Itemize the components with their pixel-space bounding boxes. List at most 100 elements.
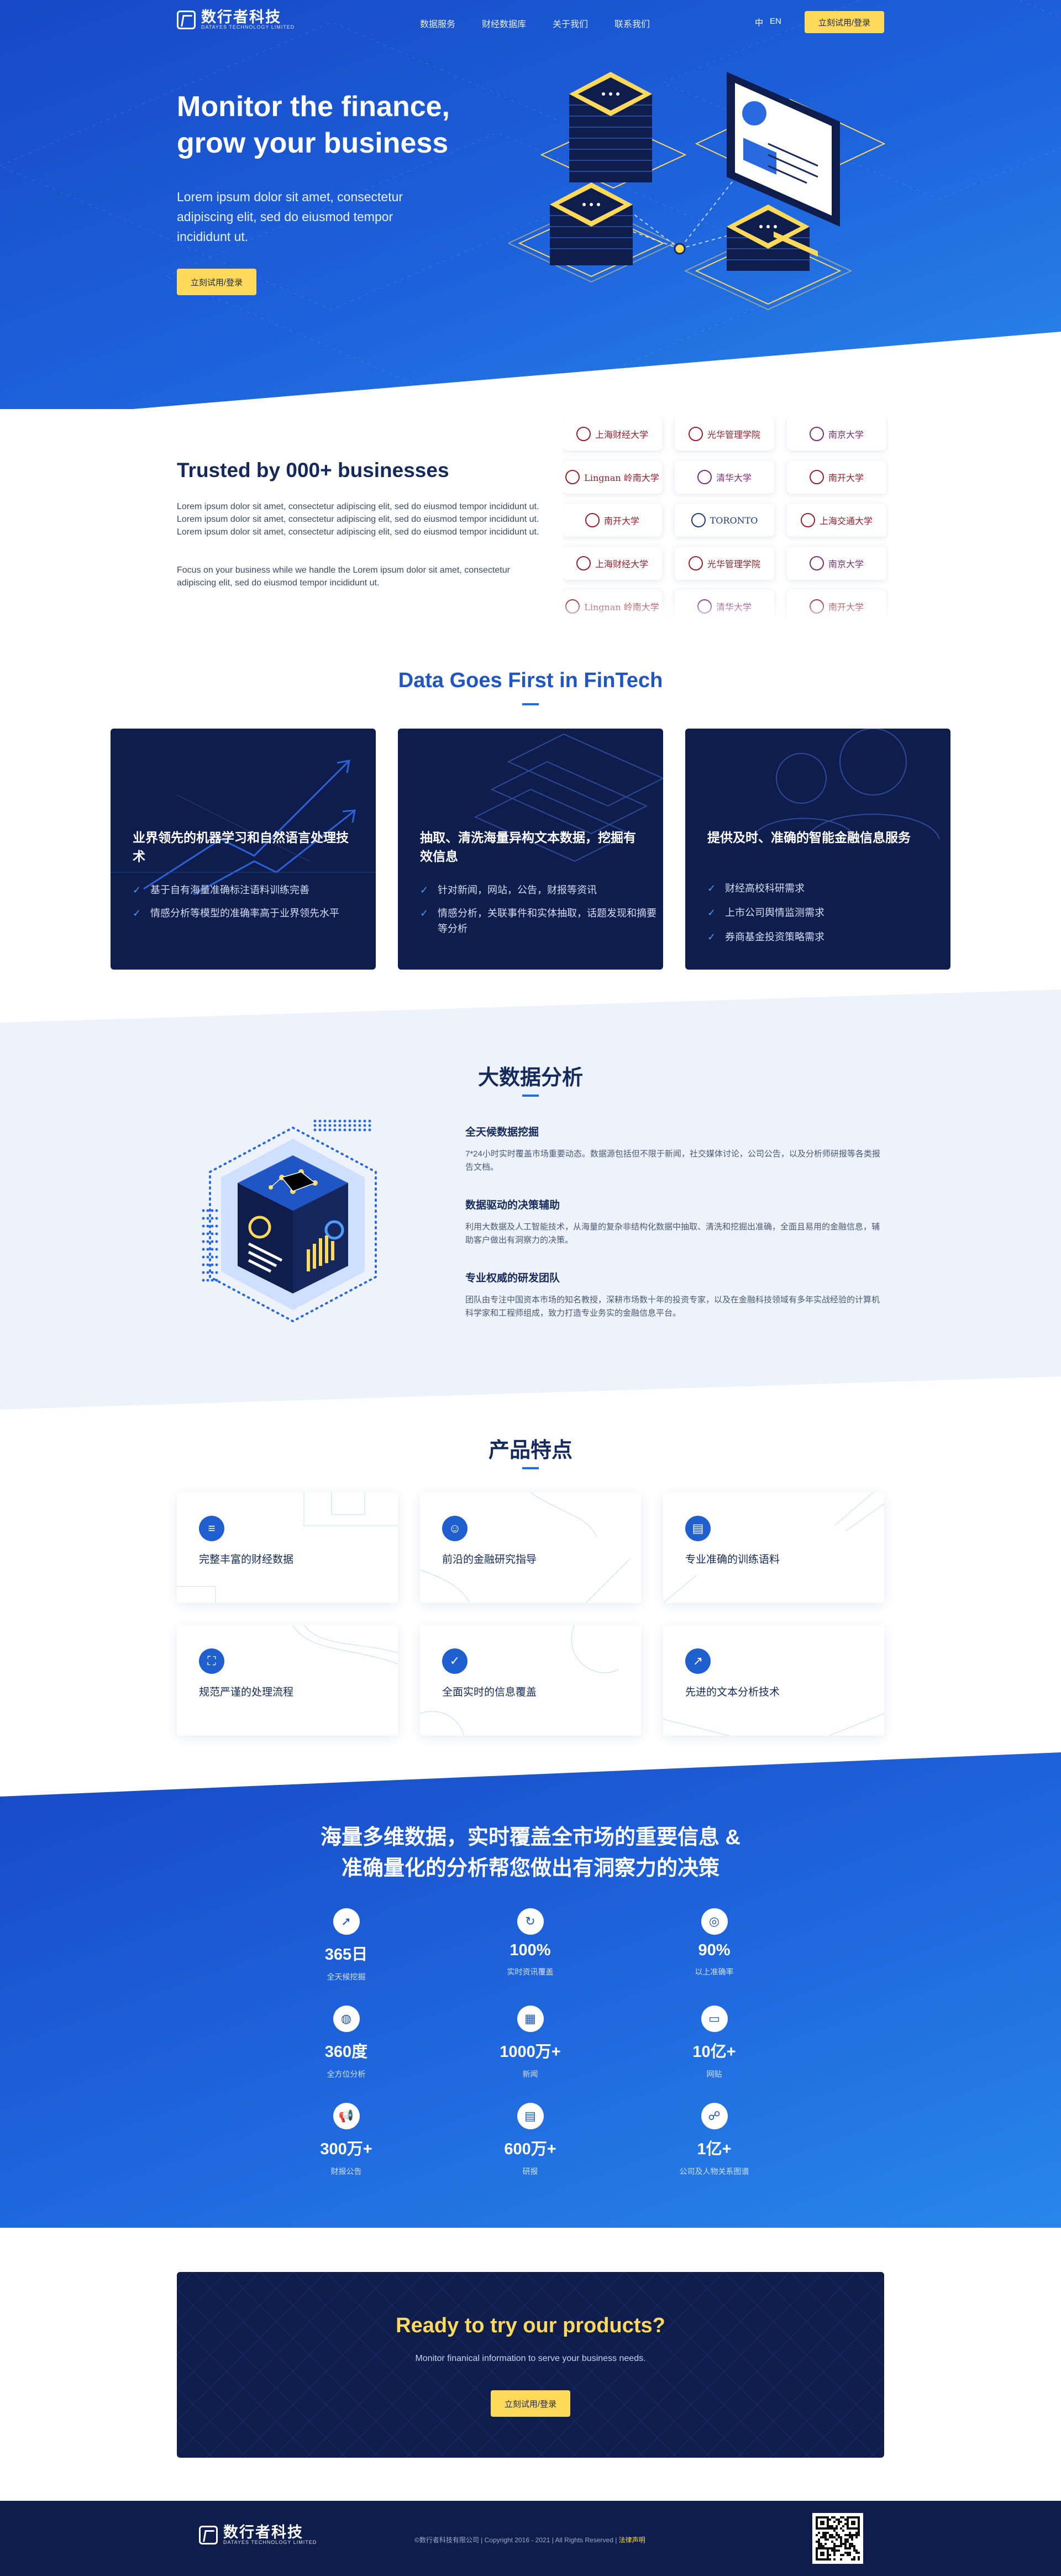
compass-icon: ➚ bbox=[333, 1908, 360, 1935]
partner-logo: 南开大学 bbox=[787, 460, 886, 494]
user-research-icon: ☺ bbox=[442, 1516, 468, 1541]
partner-logo: 上海交通大学 bbox=[787, 504, 886, 537]
cta-title: Ready to try our products? bbox=[396, 2314, 665, 2337]
partner-logo: 南京大学 bbox=[787, 417, 886, 451]
university-seal-icon bbox=[809, 470, 824, 484]
nav-link-finance-db[interactable]: 财经数据库 bbox=[482, 17, 526, 30]
stat-item: ➚ 365日 全天候挖掘 bbox=[254, 1908, 438, 1987]
data-cube-illustration bbox=[202, 1119, 377, 1323]
bigdata-item-text: 利用大数据及人工智能技术，从海量的复杂非结构化数据中抽取、清洗和挖掘出准确，全面… bbox=[465, 1222, 880, 1245]
footer-logo-name: 数行者科技 bbox=[223, 2524, 303, 2541]
stat-item: 📢 300万+ 财报公告 bbox=[254, 2103, 438, 2181]
stat-label: 以上准确率 bbox=[695, 1967, 734, 1976]
stat-value: 90% bbox=[698, 1941, 731, 1959]
stat-value: 360度 bbox=[324, 2043, 368, 2061]
datafirst-card-list: 基于自有海量准确标注语料训练完善 情感分析等模型的准确率高于业界领先水平 bbox=[133, 882, 339, 929]
bigdata-item-team: 专业权威的研发团队 团队由专注中国资本市场的知名教授，深耕市场数十年的投资专家，… bbox=[465, 1270, 885, 1320]
university-seal-icon bbox=[565, 470, 580, 484]
feature-card-decoration bbox=[292, 1625, 398, 1664]
feature-card[interactable]: ▤ 专业准确的训练语料 bbox=[663, 1493, 884, 1603]
hero-login-button[interactable]: 立刻试用/登录 bbox=[177, 269, 256, 295]
stat-item: ↻ 100% 实时资讯覆盖 bbox=[438, 1908, 622, 1987]
stat-value: 365日 bbox=[324, 1946, 368, 1964]
legal-link[interactable]: 法律声明 bbox=[619, 2536, 645, 2544]
partner-logo-name: 南京大学 bbox=[828, 430, 864, 440]
logo-mark-icon bbox=[177, 11, 196, 29]
stat-item: ☍ 1亿+ 公司及人物关系图谱 bbox=[622, 2103, 806, 2181]
megaphone-icon: 📢 bbox=[333, 2103, 360, 2129]
lang-en[interactable]: EN bbox=[770, 17, 781, 28]
partner-logo: 南开大学 bbox=[563, 504, 662, 537]
datafirst-card-item: 上市公司舆情监测需求 bbox=[707, 905, 824, 920]
feature-card-decoration bbox=[663, 1493, 884, 1603]
stat-label: 新闻 bbox=[522, 2070, 538, 2078]
stat-item: ◎ 90% 以上准确率 bbox=[622, 1908, 806, 1987]
brand-logo[interactable]: 数行者科技 DATAYES TECHNOLOGY LIMITED bbox=[177, 10, 295, 30]
qr-code-pattern bbox=[816, 2516, 860, 2561]
trend-chart-icon: ↗ bbox=[685, 1648, 711, 1674]
stat-value: 1000万+ bbox=[500, 2043, 561, 2061]
qr-code-icon bbox=[812, 2513, 863, 2564]
stat-item: ▤ 600万+ 研报 bbox=[438, 2103, 622, 2181]
footer-logo[interactable]: 数行者科技 DATAYES TECHNOLOGY LIMITED bbox=[199, 2525, 317, 2545]
feature-card[interactable]: ≡ 完整丰富的财经数据 bbox=[177, 1493, 398, 1603]
datafirst-card-title: 抽取、清洗海量异构文本数据，挖掘有效信息 bbox=[420, 830, 636, 863]
stat-label: 网贴 bbox=[706, 2070, 722, 2078]
document-icon: ▤ bbox=[685, 1516, 711, 1541]
nav-login-button[interactable]: 立刻试用/登录 bbox=[805, 11, 884, 33]
partner-logo: 南京大学 bbox=[787, 547, 886, 580]
footer-copyright: ©数行者科技有限公司 | Copyright 2016 - 2021 | All… bbox=[414, 2535, 645, 2544]
feature-card[interactable]: ↗ 先进的文本分析技术 bbox=[663, 1625, 884, 1736]
datafirst-card-item: 情感分析，关联事件和实体抽取，话题发现和摘要等分析 bbox=[420, 905, 663, 936]
partner-logo-name: 南开大学 bbox=[603, 516, 639, 526]
stat-value: 300万+ bbox=[320, 2140, 372, 2158]
university-seal-icon bbox=[691, 513, 706, 527]
flow-icon: ⛶ bbox=[199, 1648, 224, 1674]
trusted-paragraph-2: Focus on your business while we handle t… bbox=[177, 566, 510, 588]
datafirst-card-list: 财经高校科研需求 上市公司舆情监测需求 券商基金投资策略需求 bbox=[707, 881, 824, 952]
partner-logo-name: 上海财经大学 bbox=[595, 559, 648, 569]
datafirst-cards: 业界领先的机器学习和自然语言处理技术 基于自有海量准确标注语料训练完善 情感分析… bbox=[111, 729, 950, 970]
features-title: 产品特点 bbox=[488, 1439, 572, 1462]
feature-card-decoration bbox=[420, 1625, 619, 1736]
feature-label: 前沿的金融研究指导 bbox=[442, 1554, 537, 1566]
feature-card-decoration bbox=[177, 1493, 398, 1603]
feature-label: 先进的文本分析技术 bbox=[685, 1687, 780, 1698]
partner-logo: 上海财经大学 bbox=[563, 417, 662, 451]
database-icon: ≡ bbox=[199, 1516, 224, 1541]
lang-cn[interactable]: 中 bbox=[755, 17, 763, 28]
datafirst-card-title: 业界领先的机器学习和自然语言处理技术 bbox=[133, 830, 349, 863]
nav-links: 数据服务 财经数据库 关于我们 联系我们 bbox=[420, 17, 650, 30]
university-seal-icon bbox=[809, 556, 824, 570]
feature-card[interactable]: ✓ 全面实时的信息覆盖 bbox=[420, 1625, 641, 1736]
stat-item: ▭ 10亿+ 网贴 bbox=[622, 2006, 806, 2084]
feature-label: 完整丰富的财经数据 bbox=[199, 1554, 294, 1566]
university-seal-icon bbox=[809, 427, 824, 441]
logo-name: 数行者科技 bbox=[201, 9, 281, 25]
partner-logo-name: 上海交通大学 bbox=[819, 516, 873, 526]
nav-link-about[interactable]: 关于我们 bbox=[553, 17, 588, 30]
logo-tagline: DATAYES TECHNOLOGY LIMITED bbox=[201, 24, 295, 30]
stats-title-line2: 准确量化的分析帮您做出有洞察力的决策 bbox=[341, 1857, 719, 1880]
stat-item: ◍ 360度 全方位分析 bbox=[254, 2006, 438, 2084]
partner-logo-name: 清华大学 bbox=[716, 473, 752, 483]
partner-logos: 上海财经大学 光华管理学院 南京大学 Lingnan 岭南大学 清华大学 南开大学 南开大学… bbox=[563, 417, 889, 622]
cta-login-button[interactable]: 立刻试用/登录 bbox=[491, 2390, 570, 2417]
nav-link-contact[interactable]: 联系我们 bbox=[614, 17, 650, 30]
footer-logo-tagline: DATAYES TECHNOLOGY LIMITED bbox=[223, 2540, 317, 2545]
logos-fade bbox=[563, 597, 889, 624]
datafirst-card-item: 针对新闻，网站，公告，财报等资讯 bbox=[420, 882, 663, 898]
check-circle-icon: ✓ bbox=[442, 1648, 468, 1674]
page: 数行者科技 DATAYES TECHNOLOGY LIMITED 数据服务 财经… bbox=[0, 0, 1061, 2576]
globe-icon: ◍ bbox=[333, 2006, 360, 2032]
stat-label: 公司及人物关系图谱 bbox=[679, 2167, 749, 2176]
stat-value: 10亿+ bbox=[692, 2043, 736, 2061]
university-seal-icon bbox=[576, 427, 591, 441]
feature-card[interactable]: ⛶ 规范严谨的处理流程 bbox=[177, 1625, 398, 1736]
partner-logo-name: 光华管理学院 bbox=[707, 430, 760, 440]
partner-logo-name: TORONTO bbox=[710, 515, 758, 526]
language-switch: 中 EN bbox=[755, 17, 781, 28]
bigdata-item-decision: 数据驱动的决策辅助 利用大数据及人工智能技术，从海量的复杂非结构化数据中抽取、清… bbox=[465, 1197, 885, 1247]
feature-card[interactable]: ☺ 前沿的金融研究指导 bbox=[420, 1493, 641, 1603]
nav-link-data-service[interactable]: 数据服务 bbox=[420, 17, 455, 30]
